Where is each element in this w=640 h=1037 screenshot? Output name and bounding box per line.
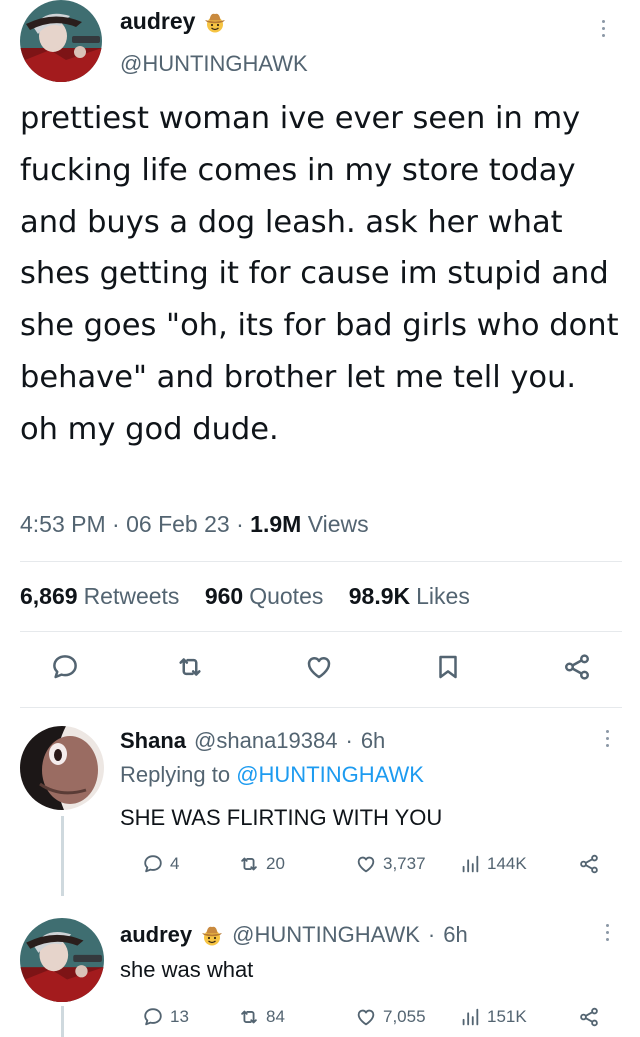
quotes-stat[interactable]: 960 Quotes bbox=[205, 583, 324, 609]
reply-age[interactable]: 6h bbox=[443, 922, 467, 948]
display-name[interactable]: Shana bbox=[120, 728, 186, 754]
tweet-stats: 6,869 Retweets 960 Quotes 98.9K Likes bbox=[20, 583, 489, 610]
retweet-icon bbox=[241, 1010, 257, 1024]
share-button[interactable] bbox=[578, 853, 600, 875]
retweet-count-button[interactable]: 84 bbox=[238, 1006, 285, 1028]
retweets-count: 6,869 bbox=[20, 583, 78, 609]
share-button[interactable] bbox=[578, 1006, 600, 1028]
bookmark-icon[interactable] bbox=[433, 652, 463, 682]
like-icon bbox=[357, 856, 375, 873]
tweet-time[interactable]: 4:53 PM bbox=[20, 511, 106, 537]
views-count-button[interactable]: 144K bbox=[459, 853, 527, 875]
likes-count: 98.9K bbox=[348, 583, 411, 609]
like-count-button[interactable]: 7,055 bbox=[355, 1006, 426, 1028]
cowboy-emoji bbox=[200, 923, 224, 947]
reply-handle[interactable]: @HUNTINGHAWK bbox=[232, 922, 420, 948]
share-icon bbox=[580, 854, 598, 874]
cowboy-emoji bbox=[203, 10, 227, 34]
display-name[interactable]: audrey bbox=[120, 922, 192, 948]
thread-line bbox=[61, 816, 64, 896]
tweet-metadata: 4:53 PM · 06 Feb 23 · 1.9M Views bbox=[20, 511, 369, 538]
author-handle[interactable]: @HUNTINGHAWK bbox=[120, 51, 308, 77]
reply-count-button[interactable]: 13 bbox=[142, 1006, 189, 1028]
reply-count: 4 bbox=[170, 854, 180, 873]
reply-handle[interactable]: @shana19384 bbox=[194, 728, 337, 754]
retweets-stat[interactable]: 6,869 Retweets bbox=[20, 583, 179, 609]
reply-text: SHE WAS FLIRTING WITH YOU bbox=[120, 805, 443, 830]
more-options-icon[interactable] bbox=[603, 924, 611, 941]
separator: · bbox=[112, 511, 120, 537]
views-icon bbox=[462, 855, 479, 873]
tweet-date[interactable]: 06 Feb 23 bbox=[126, 511, 230, 537]
like-count-button[interactable]: 3,737 bbox=[355, 853, 426, 875]
like-icon bbox=[357, 1009, 375, 1026]
reply-age[interactable]: 6h bbox=[361, 728, 385, 754]
retweet-count-button[interactable]: 20 bbox=[238, 853, 285, 875]
reply-author-row: audrey @HUNTINGHAWK · 6h bbox=[120, 922, 468, 948]
views-count-button[interactable]: 151K bbox=[459, 1006, 527, 1028]
avatar-audrey[interactable] bbox=[20, 0, 102, 82]
separator: · bbox=[345, 728, 353, 753]
reply-icon bbox=[144, 855, 162, 873]
like-count: 3,737 bbox=[383, 854, 426, 873]
divider bbox=[20, 631, 622, 632]
view-count: 144K bbox=[487, 854, 527, 873]
more-options-icon[interactable] bbox=[603, 730, 611, 747]
likes-stat[interactable]: 98.9K Likes bbox=[349, 583, 470, 609]
more-options-icon[interactable] bbox=[599, 20, 607, 37]
retweet-count: 84 bbox=[266, 1007, 285, 1026]
reply-icon bbox=[144, 1008, 162, 1026]
reply-count-button[interactable]: 4 bbox=[142, 853, 179, 875]
view-count: 151K bbox=[487, 1007, 527, 1026]
replying-to-handle[interactable]: @HUNTINGHAWK bbox=[236, 762, 424, 787]
avatar-shana[interactable] bbox=[20, 726, 104, 810]
reply-count: 13 bbox=[170, 1007, 189, 1026]
avatar-audrey[interactable] bbox=[20, 918, 104, 1002]
like-icon[interactable] bbox=[304, 652, 334, 682]
tweet-text: prettiest woman ive ever seen in my fuck… bbox=[20, 101, 619, 447]
retweets-label: Retweets bbox=[83, 583, 180, 609]
separator: · bbox=[236, 511, 244, 537]
divider bbox=[20, 561, 622, 562]
retweet-icon[interactable] bbox=[175, 652, 205, 682]
views-label: Views bbox=[307, 511, 369, 537]
reply-author-row: Shana @shana19384 · 6h bbox=[120, 728, 385, 754]
retweet-count: 20 bbox=[266, 854, 285, 873]
reply-icon[interactable] bbox=[50, 652, 80, 682]
reply-text: she was what bbox=[120, 957, 254, 982]
quotes-count: 960 bbox=[204, 583, 244, 609]
main-tweet-author[interactable]: audrey bbox=[120, 8, 227, 35]
share-icon bbox=[580, 1007, 598, 1027]
retweet-icon bbox=[241, 857, 257, 871]
quotes-label: Quotes bbox=[249, 583, 324, 609]
divider bbox=[20, 707, 622, 708]
replying-prefix: Replying to bbox=[120, 762, 231, 787]
views-count: 1.9M bbox=[250, 511, 302, 537]
separator: · bbox=[427, 922, 436, 947]
thread-line bbox=[61, 1006, 64, 1037]
replying-to-line: Replying to @HUNTINGHAWK bbox=[120, 762, 424, 788]
display-name[interactable]: audrey bbox=[120, 8, 195, 35]
likes-label: Likes bbox=[416, 583, 470, 609]
like-count: 7,055 bbox=[383, 1007, 426, 1026]
share-icon[interactable] bbox=[562, 652, 592, 682]
views-icon bbox=[462, 1008, 479, 1026]
